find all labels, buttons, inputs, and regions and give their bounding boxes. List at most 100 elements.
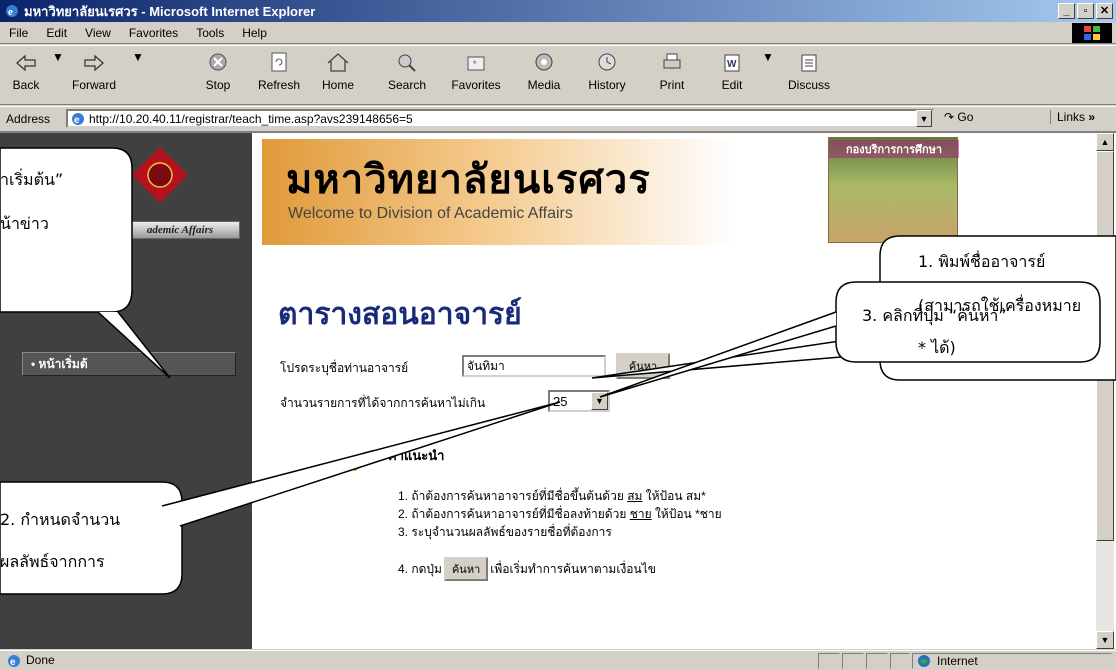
menu-file[interactable]: File <box>0 26 37 40</box>
security-zone: Internet <box>912 653 1112 669</box>
discuss-icon <box>801 54 817 72</box>
status-cell <box>866 653 888 669</box>
menu-bar: File Edit View Favorites Tools Help <box>0 22 1116 44</box>
status-cell <box>890 653 910 669</box>
welcome-text: Welcome to Division of Academic Affairs <box>288 205 573 222</box>
status-cell <box>818 653 840 669</box>
instruction-1: 1. ถ้าต้องการค้นหาอาจารย์ที่มีชื่อขึ้นต้… <box>398 489 706 503</box>
vertical-scrollbar[interactable]: ▲ ▼ <box>1096 133 1114 649</box>
home-label: Home <box>321 78 354 92</box>
instruction-1-keyword: สม <box>627 489 643 503</box>
media-button[interactable]: Media <box>524 50 564 102</box>
svg-text:*: * <box>473 59 477 69</box>
menu-favorites[interactable]: Favorites <box>120 26 187 40</box>
windows-logo-icon <box>1072 23 1112 43</box>
header-photo: กองบริการการศึกษา <box>828 137 959 243</box>
address-dropdown-icon[interactable]: ▼ <box>916 110 932 127</box>
print-label: Print <box>659 78 685 92</box>
address-label: Address <box>6 111 51 126</box>
search-submit-button[interactable]: ค้นหา <box>616 353 670 379</box>
address-input[interactable]: e http://10.20.40.11/registrar/teach_tim… <box>66 109 934 128</box>
page-title: ตารางสอนอาจารย์ <box>278 297 522 332</box>
home-icon <box>327 53 349 72</box>
status-text: Done <box>26 653 55 667</box>
refresh-button[interactable]: Refresh <box>254 50 304 102</box>
address-bar: Address e http://10.20.40.11/registrar/t… <box>0 106 1116 130</box>
result-limit-label: จำนวนรายการที่ได้จากการค้นหาไม่เกิน <box>280 396 486 410</box>
teacher-name-input[interactable]: จันทิมา <box>462 355 606 377</box>
callout-top-left-line-2: น้าข่าว <box>0 214 49 233</box>
stop-icon <box>209 53 227 71</box>
refresh-icon <box>271 52 287 72</box>
go-button[interactable]: ↷ Go <box>944 110 973 124</box>
status-cell <box>842 653 864 669</box>
favorites-button[interactable]: * Favorites <box>444 50 508 102</box>
window-title: มหาวิทยาลัยนเรศวร - Microsoft Internet E… <box>24 3 316 19</box>
edit-dropdown-icon[interactable]: ▼ <box>762 50 774 102</box>
search-label: Search <box>387 78 427 92</box>
page-done-icon: e <box>8 655 20 668</box>
back-dropdown-icon[interactable]: ▼ <box>52 50 64 102</box>
home-button[interactable]: Home <box>318 50 358 102</box>
result-limit-value: 25 <box>553 393 568 409</box>
word-edit-icon: W <box>724 54 740 72</box>
sidebar-item-home[interactable]: • หน้าเริ่มต้ <box>22 352 236 376</box>
stop-button[interactable]: Stop <box>198 50 238 102</box>
history-icon <box>598 53 616 71</box>
search-button[interactable]: Search <box>384 50 430 102</box>
scroll-thumb[interactable] <box>1096 151 1114 541</box>
close-button[interactable]: ✕ <box>1096 3 1113 19</box>
discuss-label: Discuss <box>787 78 830 92</box>
instruction-3: 3. ระบุจำนวนผลลัพธ์ของรายชื่อที่ต้องการ <box>398 525 612 539</box>
menu-edit[interactable]: Edit <box>37 26 76 40</box>
toolbar: Back ▼ Forward ▼ Stop Refresh Home Searc… <box>0 45 1116 105</box>
refresh-label: Refresh <box>257 78 301 92</box>
forward-dropdown-icon[interactable]: ▼ <box>132 50 144 102</box>
page-viewport: ademic Affairs • หน้าเริ่มต้ มหาวิทยาลัย… <box>0 131 1116 649</box>
menu-tools[interactable]: Tools <box>187 26 233 40</box>
zone-label: Internet <box>937 654 978 668</box>
callout-step2-line-1: 2. กำหนดจำนวน <box>0 510 121 529</box>
edit-button[interactable]: W Edit <box>712 50 752 102</box>
back-button[interactable]: Back <box>6 50 46 102</box>
maximize-button[interactable]: ▫ <box>1077 3 1094 19</box>
callout-step3-text: 3. คลิกที่ปุ่ม “ค้นหา” <box>862 306 1007 325</box>
result-limit-select[interactable]: 25 ▼ <box>548 390 610 412</box>
scroll-up-icon[interactable]: ▲ <box>1096 133 1114 151</box>
chevron-down-icon[interactable]: ▼ <box>591 392 608 410</box>
status-bar: e Done Internet <box>0 650 1116 670</box>
svg-text:e: e <box>10 657 16 668</box>
forward-button[interactable]: Forward <box>66 50 122 102</box>
university-name: มหาวิทยาลัยนเรศวร <box>286 157 651 203</box>
pencil-icon <box>347 449 374 471</box>
forward-label: Forward <box>71 78 116 92</box>
favorites-label: Favorites <box>451 78 501 92</box>
edit-label: Edit <box>721 78 743 92</box>
instructions-title: คำแนะนำ <box>388 448 445 463</box>
discuss-button[interactable]: Discuss <box>784 50 834 102</box>
callout-step1-line-3: * ได้) <box>918 338 956 357</box>
media-icon <box>535 53 553 71</box>
search-icon <box>398 54 416 72</box>
media-label: Media <box>527 78 561 92</box>
print-button[interactable]: Print <box>652 50 692 102</box>
svg-text:e: e <box>8 6 13 18</box>
scroll-down-icon[interactable]: ▼ <box>1096 631 1114 649</box>
forward-arrow-icon <box>84 54 104 72</box>
menu-help[interactable]: Help <box>233 26 276 40</box>
back-label: Back <box>12 78 40 92</box>
internet-explorer-icon: e <box>6 5 18 18</box>
address-url: http://10.20.40.11/registrar/teach_time.… <box>89 111 413 126</box>
history-button[interactable]: History <box>584 50 630 102</box>
minimize-button[interactable]: _ <box>1058 3 1075 19</box>
svg-text:W: W <box>727 59 737 70</box>
go-arrow-icon: ↷ <box>944 110 955 124</box>
menu-view[interactable]: View <box>76 26 120 40</box>
back-arrow-icon <box>16 54 36 72</box>
go-label: Go <box>957 110 974 124</box>
page-icon: e <box>72 112 84 126</box>
instruction-search-button[interactable]: ค้นหา <box>443 557 489 581</box>
links-button[interactable]: Links » <box>1050 110 1095 124</box>
stop-label: Stop <box>205 78 231 92</box>
chevron-right-icon: » <box>1088 110 1096 124</box>
